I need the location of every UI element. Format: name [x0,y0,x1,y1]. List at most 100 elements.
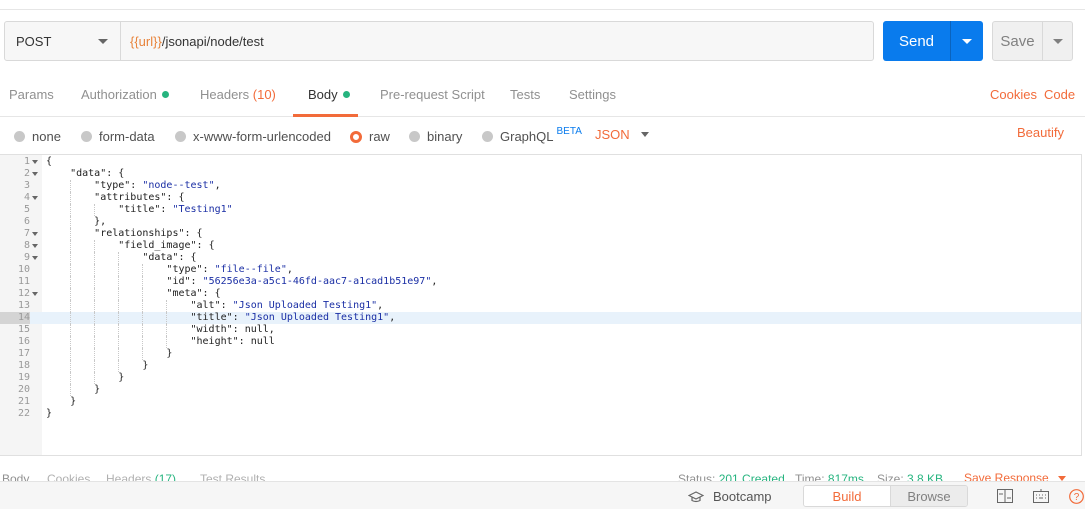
radio-binary[interactable]: binary [409,129,462,144]
fold-arrow-icon[interactable] [32,244,38,248]
send-button[interactable]: Send [883,21,951,61]
chevron-down-icon [962,38,972,44]
code-editor[interactable]: 1{2 "data": {3 "type": "node--test", 4 "a… [0,154,1082,456]
build-button[interactable]: Build [804,486,890,506]
language-select[interactable]: JSON [595,127,649,142]
response-tab-body[interactable]: Body [2,472,29,481]
tab-pre-request-script[interactable]: Pre-request Script [380,87,485,102]
fold-arrow-icon[interactable] [32,256,38,260]
code-text: } [46,384,101,395]
code-line[interactable]: 9 "data": { [0,252,1081,264]
bootcamp-button[interactable]: Bootcamp [688,489,772,504]
tab-body[interactable]: Body [308,87,350,102]
fold-arrow-icon[interactable] [32,232,38,236]
code-line[interactable]: 13 "alt": "Json Uploaded Testing1", [0,300,1081,312]
code-text: } [46,396,77,407]
two-pane-view-icon[interactable] [997,489,1013,503]
code-line[interactable]: 15 "width": null, [0,324,1081,336]
radio-form-data[interactable]: form-data [81,129,155,144]
code-line[interactable]: 18 } [0,360,1081,372]
svg-text:?: ? [1074,492,1080,503]
code-line[interactable]: 22} [0,408,1081,420]
save-response-button[interactable]: Save Response [964,471,1066,481]
fold-arrow-icon[interactable] [32,172,38,176]
code-line[interactable]: 11 "id": "56256e3a-a5c1-46fd-aac7-a1cad1… [0,276,1081,288]
line-number: 12 [17,288,30,299]
line-number: 10 [17,264,30,275]
indent-guide [142,276,144,288]
indent-guide [70,264,72,276]
indent-guide [94,336,96,348]
top-strip [0,0,1085,10]
indent-guide [142,336,144,348]
indent-guide [142,300,144,312]
radio-circle [175,131,186,142]
cookies-link[interactable]: Cookies [990,87,1037,102]
indent-guide [94,204,96,216]
code-line[interactable]: 8 "field_image": { [0,240,1081,252]
save-options-button[interactable] [1043,22,1072,60]
code-line[interactable]: 20 } [0,384,1081,396]
method-select[interactable]: POST [4,21,121,61]
radio-graphql[interactable]: GraphQL BETA [482,126,582,144]
radio-x-www-form-urlencoded[interactable]: x-www-form-urlencoded [175,129,331,144]
radio-circle [482,131,493,142]
indent-guide [70,336,72,348]
save-button[interactable]: Save [993,22,1043,60]
tab-authorization[interactable]: Authorization [81,87,169,102]
code-text: "field_image": { [118,240,215,251]
indent-guide [94,240,96,252]
fold-arrow-icon[interactable] [32,196,38,200]
indent-guide [118,252,120,264]
beta-badge: BETA [556,126,582,137]
indent-guide [94,312,96,324]
code-line[interactable]: 12 "meta": { [0,288,1081,300]
indent-guide [118,264,120,276]
response-tab-cookies[interactable]: Cookies [47,472,90,481]
code-line[interactable]: 3 "type": "node--test", [0,180,1081,192]
code-line[interactable]: 17 } [0,348,1081,360]
indent-guide [94,372,96,384]
line-number: 22 [17,408,30,419]
radio-circle [14,131,25,142]
code-line[interactable]: 2 "data": { [0,168,1081,180]
code-line[interactable]: 10 "type": "file--file", [0,264,1081,276]
indent-guide [94,264,96,276]
indent-guide [142,348,144,360]
send-button-group: Send [883,21,983,61]
tab-settings[interactable]: Settings [569,87,616,102]
browse-button[interactable]: Browse [890,486,967,506]
indent-guide [142,288,144,300]
fold-arrow-icon[interactable] [32,292,38,296]
line-number: 14 [0,312,30,324]
help-icon[interactable]: ? [1069,489,1084,504]
indent-guide [70,192,72,204]
url-input[interactable]: {{url}}/jsonapi/node/test [121,21,874,61]
response-tab-test-results[interactable]: Test Results [200,472,265,481]
code-link[interactable]: Code [1044,87,1075,102]
radio-raw[interactable]: raw [350,129,390,144]
radio-none[interactable]: none [14,129,61,144]
keyboard-icon[interactable] [1033,489,1049,503]
code-line[interactable]: 19 } [0,372,1081,384]
indent-guide [118,360,120,372]
send-options-button[interactable] [951,21,983,61]
response-tab-headers[interactable]: Headers (17) [106,472,176,481]
code-line[interactable]: 16 "height": null [0,336,1081,348]
beautify-link[interactable]: Beautify [1017,125,1064,140]
code-text: "title": "Testing1" [118,204,233,215]
code-line[interactable]: 21 } [0,396,1081,408]
code-line[interactable]: 1{ [0,156,1081,168]
code-line[interactable]: 5 "title": "Testing1" [0,204,1081,216]
code-line[interactable]: 4 "attributes": { [0,192,1081,204]
code-line[interactable]: 7 "relationships": { [0,228,1081,240]
tab-headers[interactable]: Headers (10) [200,87,276,102]
line-number: 16 [17,336,30,347]
line-number: 19 [17,372,30,383]
tab-params[interactable]: Params [9,87,54,102]
code-line[interactable]: 6 }, [0,216,1081,228]
tab-tests[interactable]: Tests [510,87,540,102]
fold-arrow-icon[interactable] [32,160,38,164]
url-variable: {{url}} [130,33,162,49]
code-line[interactable]: 14 "title": "Json Uploaded Testing1", [0,312,1081,324]
